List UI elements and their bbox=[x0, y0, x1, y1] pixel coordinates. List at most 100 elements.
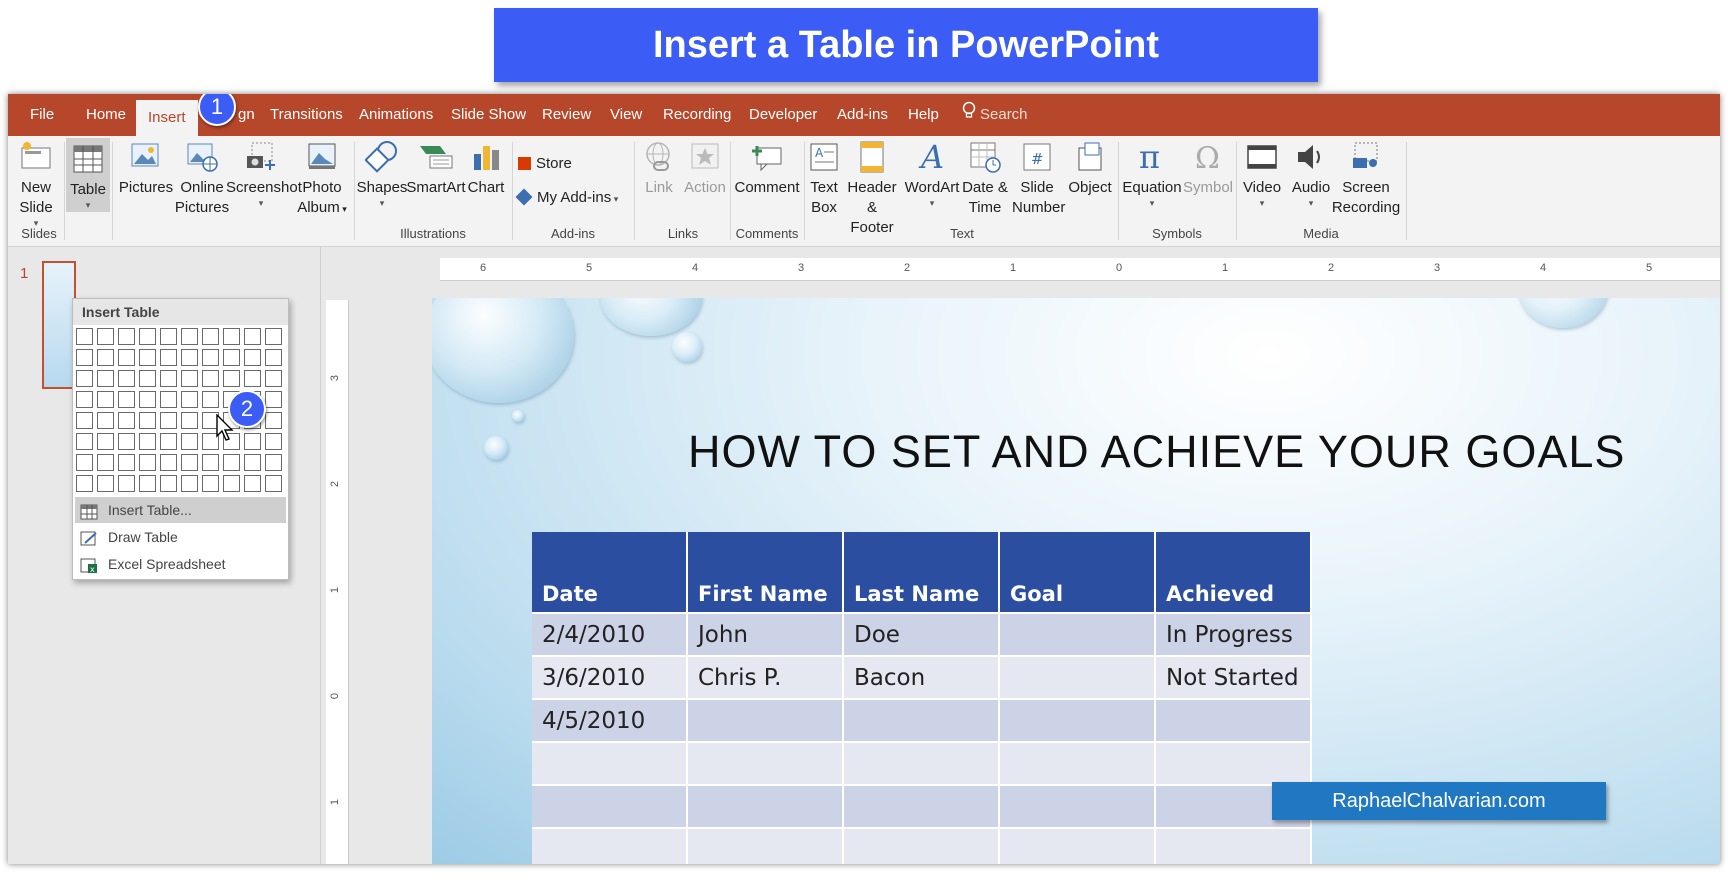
table-header-cell[interactable]: First Name bbox=[687, 532, 844, 613]
slide-number-button[interactable]: # Slide Number bbox=[1012, 140, 1065, 218]
search-box[interactable]: Search bbox=[962, 94, 1028, 136]
smartart-button[interactable]: SmartArt bbox=[406, 140, 466, 198]
table-cell[interactable] bbox=[532, 784, 688, 828]
header-footer-button[interactable]: Header & Footer bbox=[844, 140, 900, 238]
date-time-button[interactable]: Date & Time bbox=[960, 140, 1010, 218]
grid-cell[interactable] bbox=[139, 391, 156, 408]
tab-transitions[interactable]: Transitions bbox=[270, 94, 343, 136]
symbol-button[interactable]: Ω Symbol bbox=[1182, 140, 1234, 198]
grid-cell[interactable] bbox=[139, 370, 156, 387]
table-cell[interactable] bbox=[687, 827, 844, 864]
grid-cell[interactable] bbox=[139, 433, 156, 450]
grid-cell[interactable] bbox=[223, 328, 240, 345]
table-cell[interactable] bbox=[687, 784, 844, 828]
text-box-button[interactable]: A Text Box bbox=[806, 140, 842, 218]
grid-cell[interactable] bbox=[139, 349, 156, 366]
chart-button[interactable]: Chart bbox=[464, 140, 508, 198]
table-cell[interactable]: 4/5/2010 bbox=[532, 698, 688, 742]
table-cell[interactable]: John bbox=[687, 612, 844, 656]
grid-cell[interactable] bbox=[181, 475, 198, 492]
grid-cell[interactable] bbox=[97, 349, 114, 366]
grid-cell[interactable] bbox=[139, 412, 156, 429]
grid-cell[interactable] bbox=[223, 454, 240, 471]
table-cell[interactable] bbox=[999, 741, 1156, 785]
grid-cell[interactable] bbox=[265, 391, 282, 408]
grid-cell[interactable] bbox=[139, 454, 156, 471]
table-cell[interactable]: 2/4/2010 bbox=[532, 612, 688, 656]
grid-cell[interactable] bbox=[202, 328, 219, 345]
grid-cell[interactable] bbox=[265, 412, 282, 429]
excel-spreadsheet-menu-item[interactable]: x Excel Spreadsheet bbox=[75, 551, 286, 577]
tab-add-ins[interactable]: Add-ins bbox=[837, 94, 888, 136]
grid-cell[interactable] bbox=[118, 454, 135, 471]
grid-cell[interactable] bbox=[160, 328, 177, 345]
grid-cell[interactable] bbox=[202, 370, 219, 387]
grid-cell[interactable] bbox=[160, 412, 177, 429]
link-button[interactable]: Link bbox=[636, 140, 682, 198]
video-button[interactable]: Video ▾ bbox=[1238, 140, 1286, 208]
grid-cell[interactable] bbox=[202, 349, 219, 366]
table-cell[interactable] bbox=[999, 784, 1156, 828]
tab-view[interactable]: View bbox=[610, 94, 642, 136]
grid-cell[interactable] bbox=[244, 475, 261, 492]
grid-cell[interactable] bbox=[76, 412, 93, 429]
photo-album-button[interactable]: Photo Album ▾ bbox=[292, 140, 352, 219]
grid-cell[interactable] bbox=[118, 412, 135, 429]
tab-review[interactable]: Review bbox=[542, 94, 591, 136]
grid-cell[interactable] bbox=[181, 391, 198, 408]
online-pictures-button[interactable]: Online Pictures bbox=[174, 140, 230, 218]
grid-cell[interactable] bbox=[160, 475, 177, 492]
table-cell[interactable] bbox=[999, 698, 1156, 742]
slide-thumbnail[interactable] bbox=[42, 261, 76, 389]
new-slide-button[interactable]: New Slide ▾ bbox=[14, 140, 58, 228]
table-cell[interactable]: Doe bbox=[843, 612, 1000, 656]
grid-cell[interactable] bbox=[202, 475, 219, 492]
grid-cell[interactable] bbox=[76, 475, 93, 492]
grid-cell[interactable] bbox=[118, 349, 135, 366]
table-cell[interactable] bbox=[687, 698, 844, 742]
grid-cell[interactable] bbox=[181, 433, 198, 450]
grid-cell[interactable] bbox=[97, 433, 114, 450]
grid-cell[interactable] bbox=[76, 433, 93, 450]
table-cell[interactable] bbox=[843, 827, 1000, 864]
grid-cell[interactable] bbox=[76, 349, 93, 366]
grid-cell[interactable] bbox=[160, 370, 177, 387]
grid-cell[interactable] bbox=[118, 433, 135, 450]
grid-cell[interactable] bbox=[97, 370, 114, 387]
grid-cell[interactable] bbox=[97, 454, 114, 471]
table-cell[interactable] bbox=[843, 698, 1000, 742]
grid-cell[interactable] bbox=[139, 328, 156, 345]
grid-cell[interactable] bbox=[160, 433, 177, 450]
grid-cell[interactable] bbox=[181, 370, 198, 387]
grid-cell[interactable] bbox=[265, 349, 282, 366]
table-cell[interactable]: 3/6/2010 bbox=[532, 655, 688, 699]
pictures-button[interactable]: Pictures bbox=[118, 140, 174, 198]
grid-cell[interactable] bbox=[223, 370, 240, 387]
action-button[interactable]: Action bbox=[682, 140, 728, 198]
tab-help[interactable]: Help bbox=[908, 94, 939, 136]
slide-canvas[interactable]: HOW TO SET AND ACHIEVE YOUR GOALS Date F… bbox=[432, 298, 1720, 864]
grid-cell[interactable] bbox=[97, 328, 114, 345]
table-cell[interactable]: Chris P. bbox=[687, 655, 844, 699]
tab-developer[interactable]: Developer bbox=[749, 94, 817, 136]
grid-cell[interactable] bbox=[97, 391, 114, 408]
grid-cell[interactable] bbox=[244, 328, 261, 345]
grid-cell[interactable] bbox=[202, 391, 219, 408]
grid-cell[interactable] bbox=[223, 475, 240, 492]
grid-cell[interactable] bbox=[223, 349, 240, 366]
table-cell[interactable] bbox=[999, 655, 1156, 699]
grid-cell[interactable] bbox=[160, 349, 177, 366]
table-cell[interactable]: Not Started bbox=[1155, 655, 1312, 699]
tab-insert[interactable]: Insert bbox=[136, 100, 198, 136]
wordart-button[interactable]: A WordArt ▾ bbox=[904, 140, 960, 208]
tab-animations[interactable]: Animations bbox=[359, 94, 433, 136]
grid-cell[interactable] bbox=[118, 328, 135, 345]
my-addins-button[interactable]: My Add-ins ▾ bbox=[515, 188, 618, 209]
table-cell[interactable] bbox=[1155, 827, 1312, 864]
grid-cell[interactable] bbox=[76, 328, 93, 345]
grid-cell[interactable] bbox=[118, 391, 135, 408]
grid-cell[interactable] bbox=[202, 454, 219, 471]
grid-cell[interactable] bbox=[181, 349, 198, 366]
table-cell[interactable] bbox=[843, 784, 1000, 828]
shapes-button[interactable]: Shapes ▾ bbox=[356, 140, 408, 208]
